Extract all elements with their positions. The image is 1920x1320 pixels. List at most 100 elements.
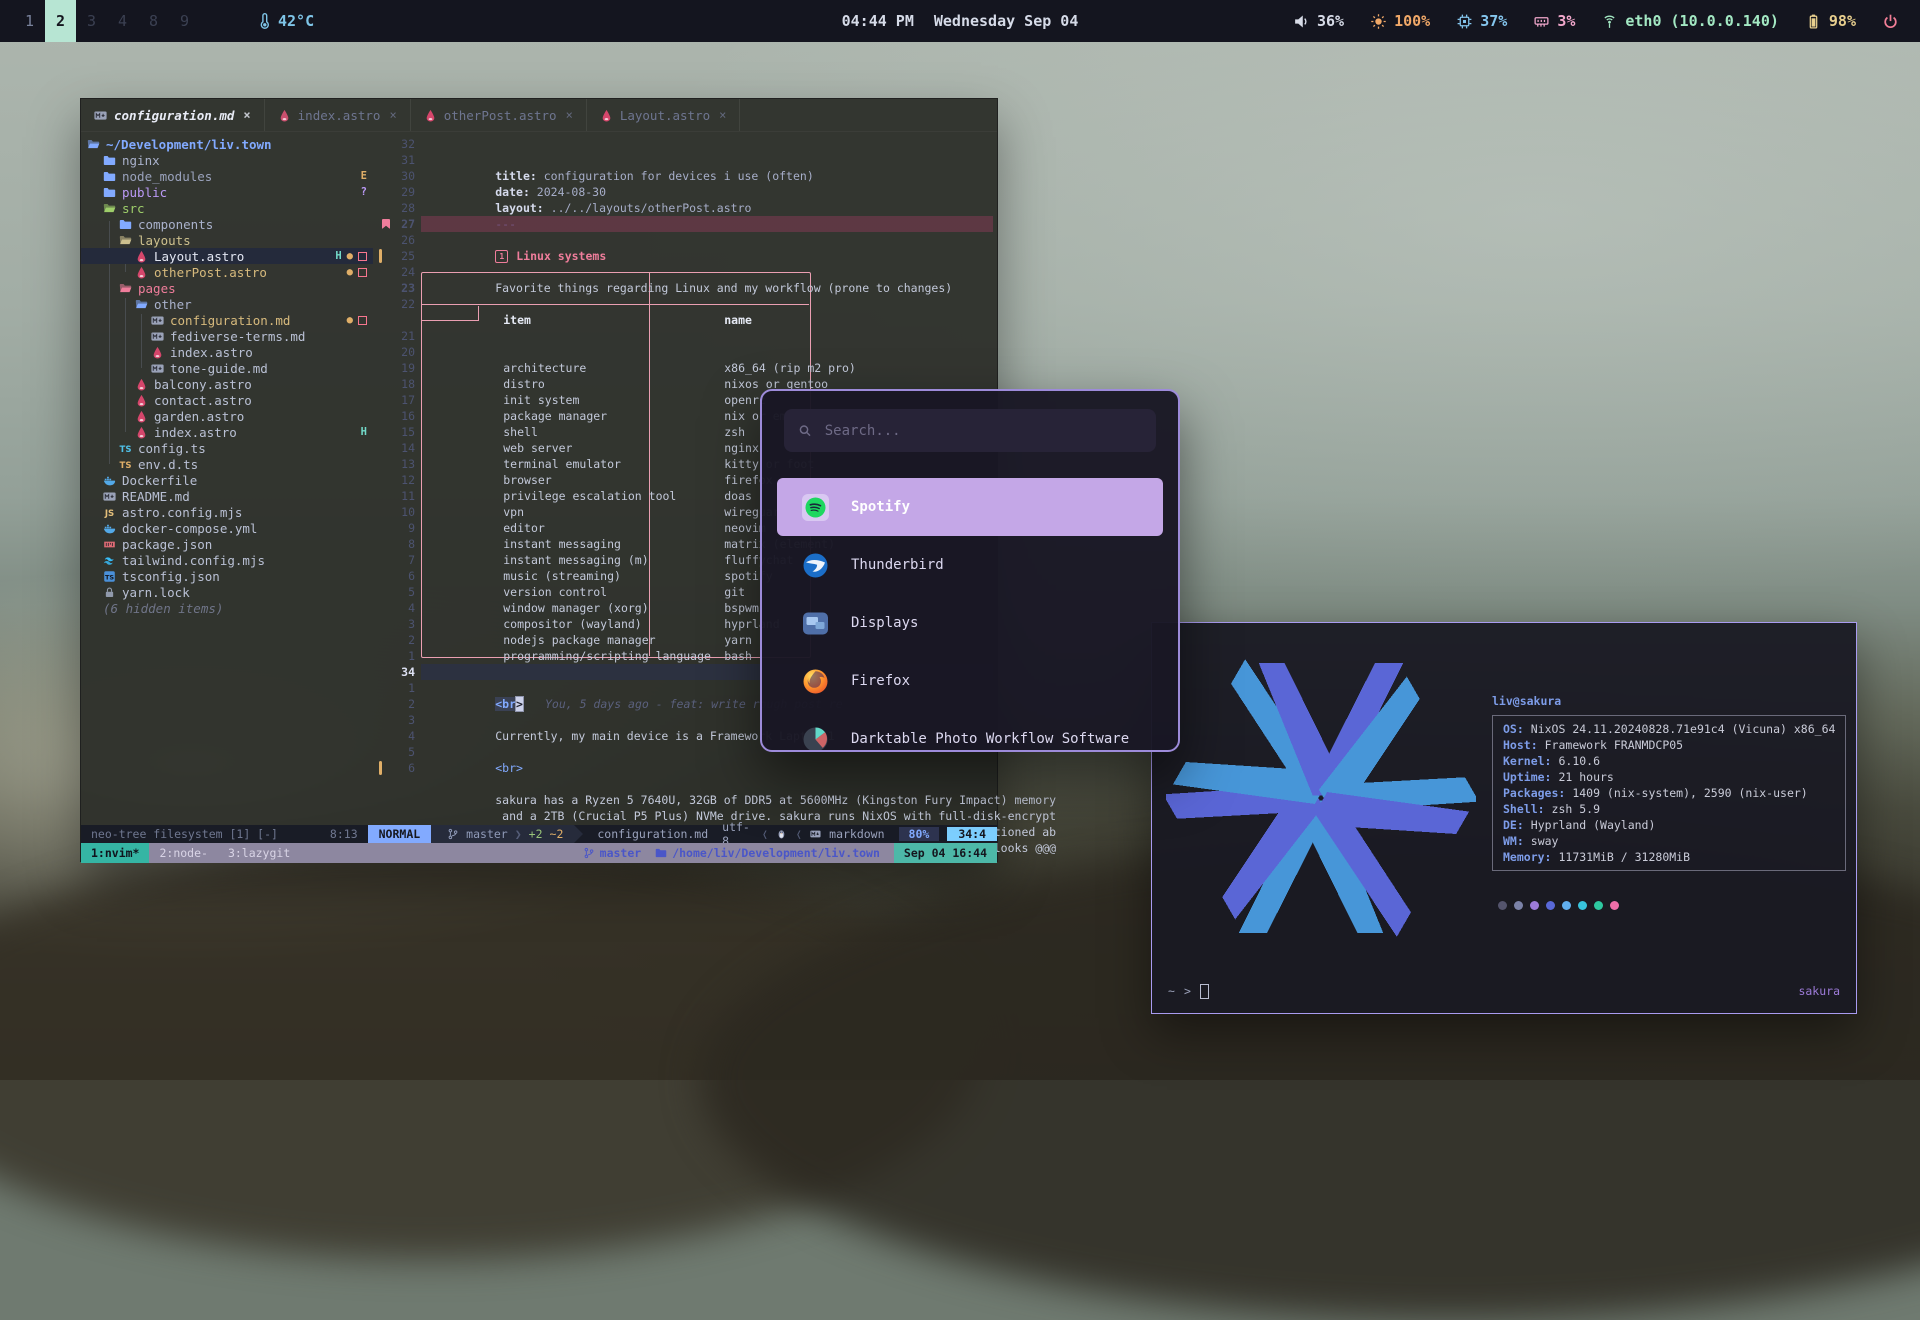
buffer-tab[interactable]: Layout.astro × bbox=[587, 99, 741, 131]
tree-item[interactable]: TS env.d.ts bbox=[81, 456, 373, 472]
launcher-item[interactable]: Spotify bbox=[777, 478, 1163, 536]
tmux-window-tab[interactable]: 3:lazygit bbox=[218, 843, 300, 863]
tree-item[interactable]: index.astro bbox=[81, 344, 373, 360]
status-module[interactable]: eth0 (10.0.0.140) bbox=[1601, 12, 1779, 30]
tree-item[interactable]: Layout.astro H● bbox=[81, 248, 373, 264]
launcher-item-label: Displays bbox=[851, 615, 918, 631]
tree-item[interactable]: docker-compose.yml bbox=[81, 520, 373, 536]
tree-item[interactable]: JS astro.config.mjs bbox=[81, 504, 373, 520]
folder-icon bbox=[103, 170, 116, 183]
md-icon bbox=[94, 109, 107, 122]
git-status-marker: H bbox=[361, 426, 367, 438]
editor-line: 1ove. I use Nix when I need software wit… bbox=[377, 808, 993, 824]
buffer-tab[interactable]: otherPost.astro × bbox=[411, 99, 587, 131]
tree-item[interactable]: configuration.md ● bbox=[81, 312, 373, 328]
status-module[interactable] bbox=[1882, 13, 1906, 30]
folder-open-icon bbox=[119, 282, 132, 295]
tmux-window-tab[interactable]: 2:node- bbox=[149, 843, 217, 863]
git-status-marker: E bbox=[361, 170, 367, 182]
workspace-button[interactable]: 4 bbox=[107, 0, 138, 42]
line-number: 22 bbox=[377, 296, 415, 312]
tree-item[interactable]: public ? bbox=[81, 184, 373, 200]
workspace-button[interactable]: 9 bbox=[169, 0, 200, 42]
folder-icon bbox=[655, 847, 667, 859]
tree-item[interactable]: otherPost.astro ● bbox=[81, 264, 373, 280]
line-number: 5 bbox=[377, 744, 415, 760]
status-module[interactable]: 3% bbox=[1533, 12, 1575, 30]
close-icon[interactable]: × bbox=[389, 108, 396, 122]
editor-line: 1 bbox=[377, 312, 993, 328]
tree-item[interactable]: node_modules E bbox=[81, 168, 373, 184]
tree-item[interactable]: package.json bbox=[81, 536, 373, 552]
tree-item[interactable]: contact.astro bbox=[81, 392, 373, 408]
brightness-icon bbox=[1370, 13, 1387, 30]
palette-dot bbox=[1498, 901, 1507, 910]
git-status-markers: ● bbox=[347, 266, 367, 278]
terminal-cursor bbox=[1200, 984, 1209, 999]
folder-open-icon bbox=[119, 234, 132, 247]
tree-item[interactable]: yarn.lock bbox=[81, 584, 373, 600]
status-module[interactable]: 37% bbox=[1456, 12, 1507, 30]
workspace-button[interactable]: 2 bbox=[45, 0, 76, 42]
editor-line: 61sakura has a Ryzen 5 7640U, 32GB of DD… bbox=[377, 760, 993, 776]
launcher-item[interactable]: Firefox bbox=[777, 652, 1163, 710]
terminal-title: sakura bbox=[1798, 983, 1840, 999]
tree-item[interactable]: TS config.ts bbox=[81, 440, 373, 456]
tree-item[interactable]: garden.astro bbox=[81, 408, 373, 424]
svg-text:JS: JS bbox=[104, 508, 114, 518]
shell-prompt[interactable]: ~ > bbox=[1168, 983, 1209, 999]
tree-item[interactable]: components bbox=[81, 216, 373, 232]
tree-item[interactable]: other bbox=[81, 296, 373, 312]
tree-item[interactable]: (6 hidden items) bbox=[81, 600, 373, 616]
workspace-button[interactable]: 3 bbox=[76, 0, 107, 42]
system-info-row: OS:NixOS 24.11.20240828.71e91c4 (Vicuna)… bbox=[1503, 721, 1841, 737]
status-module[interactable]: 36% bbox=[1293, 12, 1344, 30]
buffer-tab[interactable]: index.astro × bbox=[265, 99, 411, 131]
tree-item[interactable]: fediverse-terms.md bbox=[81, 328, 373, 344]
git-status-markers: ? bbox=[361, 186, 367, 198]
tree-item[interactable]: pages bbox=[81, 280, 373, 296]
docker-icon bbox=[103, 474, 116, 487]
editor-line: 311date: 2024-08-30 bbox=[377, 152, 993, 168]
tree-item[interactable]: tailwind.config.mjs bbox=[81, 552, 373, 568]
close-icon[interactable]: × bbox=[243, 108, 250, 122]
tree-item[interactable]: tone-guide.md bbox=[81, 360, 373, 376]
launcher-item[interactable]: Thunderbird bbox=[777, 536, 1163, 594]
tree-item[interactable]: ~/Development/liv.town bbox=[81, 136, 373, 152]
workspace-button[interactable]: 1 bbox=[14, 0, 45, 42]
workspace-button[interactable]: 8 bbox=[138, 0, 169, 42]
line-number: 23 bbox=[377, 280, 415, 296]
editor-line: 251Favorite things regarding Linux and m… bbox=[377, 248, 993, 264]
cpu-icon bbox=[1456, 13, 1473, 30]
launcher-item[interactable]: Darktable Photo Workflow Software bbox=[777, 710, 1163, 752]
status-module[interactable]: 100% bbox=[1370, 12, 1430, 30]
buffer-tab[interactable]: configuration.md × bbox=[81, 99, 265, 131]
launcher-item[interactable]: Displays bbox=[777, 594, 1163, 652]
search-input[interactable] bbox=[823, 422, 1142, 440]
editor-line: 191init systemopenrc bbox=[377, 360, 993, 376]
line-number: 16 bbox=[377, 408, 415, 424]
tree-item[interactable]: balcony.astro bbox=[81, 376, 373, 392]
tree-item[interactable]: layouts bbox=[81, 232, 373, 248]
tree-item[interactable]: README.md bbox=[81, 488, 373, 504]
tmux-window-tab[interactable]: 1:nvim* bbox=[81, 843, 149, 863]
tree-item[interactable]: index.astro H bbox=[81, 424, 373, 440]
line-number: 18 bbox=[377, 376, 415, 392]
md-icon bbox=[151, 362, 164, 375]
tree-item[interactable]: nginx bbox=[81, 152, 373, 168]
tree-item[interactable]: src bbox=[81, 200, 373, 216]
system-info-row: DE:Hyprland (Wayland) bbox=[1503, 817, 1841, 833]
darktable-icon bbox=[802, 726, 829, 753]
status-module[interactable]: 98% bbox=[1805, 12, 1856, 30]
close-icon[interactable]: × bbox=[566, 108, 573, 122]
git-status-marker: ? bbox=[361, 186, 367, 198]
launcher-search-box[interactable] bbox=[784, 409, 1156, 452]
tree-item[interactable]: Dockerfile bbox=[81, 472, 373, 488]
network-icon bbox=[1601, 13, 1618, 30]
close-icon[interactable]: × bbox=[719, 108, 726, 122]
palette-dot bbox=[1562, 901, 1571, 910]
battery-icon bbox=[1805, 13, 1822, 30]
md-icon bbox=[151, 330, 164, 343]
scroll-percent: 80% bbox=[899, 827, 940, 841]
tree-item[interactable]: TS tsconfig.json bbox=[81, 568, 373, 584]
